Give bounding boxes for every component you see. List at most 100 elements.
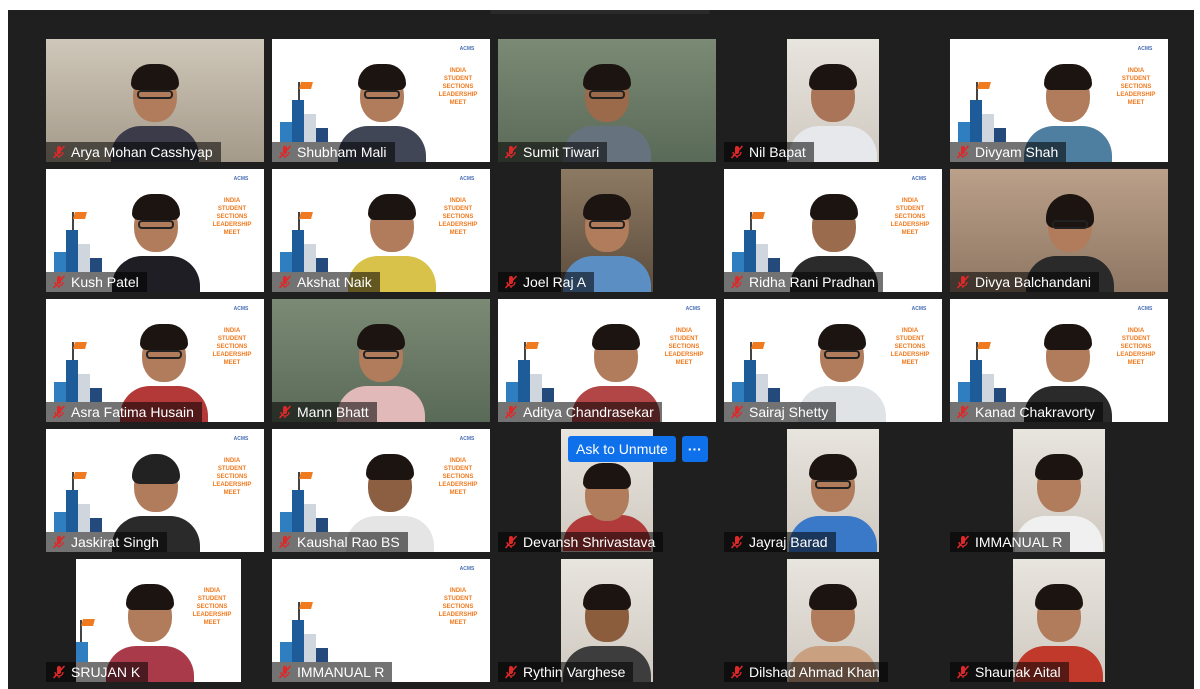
muted-mic-icon	[52, 665, 66, 679]
slide-text: INDIA STUDENT SECTIONS LEADERSHIP MEET	[438, 68, 478, 106]
video-tile[interactable]: ACMS INDIA STUDENT SECTIONS LEADERSHIP M…	[724, 299, 942, 422]
name-tag: Divyam Shah	[950, 142, 1067, 162]
muted-mic-icon	[504, 405, 518, 419]
video-tile[interactable]: ACMS INDIA STUDENT SECTIONS LEADERSHIP M…	[950, 39, 1168, 162]
muted-mic-icon	[730, 535, 744, 549]
video-tile[interactable]: ACMS INDIA STUDENT SECTIONS LEADERSHIP M…	[724, 169, 942, 292]
muted-mic-icon	[504, 275, 518, 289]
name-tag: Joel Raj A	[498, 272, 595, 292]
participant-name: Shubham Mali	[297, 144, 387, 160]
video-tile[interactable]: Dilshad Ahmad Khan	[724, 559, 942, 682]
name-tag: IMMANUAL R	[272, 662, 393, 682]
name-tag: SRUJAN K	[46, 662, 149, 682]
muted-mic-icon	[956, 405, 970, 419]
video-tile[interactable]: ACMS INDIA STUDENT SECTIONS LEADERSHIP M…	[272, 429, 490, 552]
participant-name: Shaunak Aital	[975, 664, 1061, 680]
video-tile[interactable]: Sumit Tiwari	[498, 39, 716, 162]
slide-logo: ACMS	[911, 306, 927, 312]
video-tile[interactable]: ACMS INDIA STUDENT SECTIONS LEADERSHIP M…	[272, 39, 490, 162]
participant-name: Divyam Shah	[975, 144, 1059, 160]
name-tag: Kanad Chakravorty	[950, 402, 1103, 422]
slide-text: INDIA STUDENT SECTIONS LEADERSHIP MEET	[890, 198, 930, 236]
slide-text: INDIA STUDENT SECTIONS LEADERSHIP MEET	[890, 328, 930, 366]
more-options-button[interactable]: ···	[681, 436, 708, 462]
slide-text: INDIA STUDENT SECTIONS LEADERSHIP MEET	[212, 328, 252, 366]
name-tag: Devansh Shrivastava	[498, 532, 664, 552]
video-tile[interactable]: IMMANUAL R	[950, 429, 1168, 552]
slide-graphic	[958, 76, 1014, 142]
slide-graphic	[280, 466, 336, 532]
slide-logo: ACMS	[459, 436, 475, 442]
slide-graphic	[280, 206, 336, 272]
video-tile[interactable]: Mann Bhatt	[272, 299, 490, 422]
slide-text: INDIA STUDENT SECTIONS LEADERSHIP MEET	[192, 588, 232, 626]
slide-logo: ACMS	[911, 176, 927, 182]
name-tag: Arya Mohan Casshyap	[46, 142, 221, 162]
slide-text: INDIA STUDENT SECTIONS LEADERSHIP MEET	[664, 328, 704, 366]
slide-text: INDIA STUDENT SECTIONS LEADERSHIP MEET	[438, 588, 478, 626]
slide-logo: ACMS	[459, 176, 475, 182]
video-tile[interactable]: ACMS INDIA STUDENT SECTIONS LEADERSHIP M…	[950, 299, 1168, 422]
video-tile[interactable]: ACMS INDIA STUDENT SECTIONS LEADERSHIP M…	[272, 559, 490, 682]
participant-name: IMMANUAL R	[975, 534, 1063, 550]
slide-logo: ACMS	[233, 176, 249, 182]
name-tag: IMMANUAL R	[950, 532, 1071, 552]
slide-text: INDIA STUDENT SECTIONS LEADERSHIP MEET	[1116, 68, 1156, 106]
participant-name: Ridha Rani Pradhan	[749, 274, 876, 290]
name-tag: Sumit Tiwari	[498, 142, 608, 162]
muted-mic-icon	[504, 145, 518, 159]
top-handle	[490, 10, 710, 14]
name-tag: Divya Balchandani	[950, 272, 1099, 292]
video-tile[interactable]: Arya Mohan Casshyap	[46, 39, 264, 162]
slide-text: INDIA STUDENT SECTIONS LEADERSHIP MEET	[438, 458, 478, 496]
muted-mic-icon	[730, 275, 744, 289]
participant-name: Asra Fatima Husain	[71, 404, 194, 420]
participant-name: Akshat Naik	[297, 274, 372, 290]
muted-mic-icon	[278, 275, 292, 289]
video-tile[interactable]: ACMS INDIA STUDENT SECTIONS LEADERSHIP M…	[46, 299, 264, 422]
video-tile[interactable]: ACMS INDIA STUDENT SECTIONS LEADERSHIP M…	[272, 169, 490, 292]
participant-name: IMMANUAL R	[297, 664, 385, 680]
muted-mic-icon	[730, 405, 744, 419]
muted-mic-icon	[504, 665, 518, 679]
muted-mic-icon	[956, 535, 970, 549]
muted-mic-icon	[956, 275, 970, 289]
name-tag: Shubham Mali	[272, 142, 395, 162]
slide-graphic	[280, 76, 336, 142]
video-tile[interactable]: Joel Raj A	[498, 169, 716, 292]
participant-name: Kush Patel	[71, 274, 139, 290]
gallery-grid: Arya Mohan Casshyap ACMS INDIA STUDENT S…	[46, 39, 1168, 682]
muted-mic-icon	[730, 145, 744, 159]
hover-controls: Ask to Unmute ···	[568, 436, 708, 462]
name-tag: Jaskirat Singh	[46, 532, 167, 552]
slide-logo: ACMS	[1137, 306, 1153, 312]
video-tile[interactable]: ACMS INDIA STUDENT SECTIONS LEADERSHIP M…	[46, 169, 264, 292]
name-tag: Asra Fatima Husain	[46, 402, 202, 422]
video-tile[interactable]: Divya Balchandani	[950, 169, 1168, 292]
name-tag: Akshat Naik	[272, 272, 380, 292]
participant-name: Mann Bhatt	[297, 404, 369, 420]
slide-graphic	[732, 206, 788, 272]
slide-graphic	[506, 336, 562, 402]
muted-mic-icon	[504, 535, 518, 549]
muted-mic-icon	[730, 665, 744, 679]
participant-name: Dilshad Ahmad Khan	[749, 664, 880, 680]
video-tile[interactable]: Rythin Varghese	[498, 559, 716, 682]
muted-mic-icon	[52, 535, 66, 549]
name-tag: Dilshad Ahmad Khan	[724, 662, 888, 682]
video-tile[interactable]: Shaunak Aital	[950, 559, 1168, 682]
participant-name: Kanad Chakravorty	[975, 404, 1095, 420]
video-tile[interactable]: Jayraj Barad	[724, 429, 942, 552]
ask-to-unmute-button[interactable]: Ask to Unmute	[568, 436, 676, 462]
slide-text: INDIA STUDENT SECTIONS LEADERSHIP MEET	[438, 198, 478, 236]
video-tile[interactable]: ACMS INDIA STUDENT SECTIONS LEADERSHIP M…	[46, 429, 264, 552]
video-tile[interactable]: ACMS INDIA STUDENT SECTIONS LEADERSHIP M…	[498, 299, 716, 422]
video-tile[interactable]: Nil Bapat	[724, 39, 942, 162]
muted-mic-icon	[278, 665, 292, 679]
video-tile[interactable]: INDIA STUDENT SECTIONS LEADERSHIP MEET S…	[46, 559, 264, 682]
muted-mic-icon	[52, 405, 66, 419]
participant-name: Sairaj Shetty	[749, 404, 829, 420]
slide-text: INDIA STUDENT SECTIONS LEADERSHIP MEET	[212, 458, 252, 496]
participant-name: SRUJAN K	[71, 664, 141, 680]
participant-name: Jayraj Barad	[749, 534, 828, 550]
